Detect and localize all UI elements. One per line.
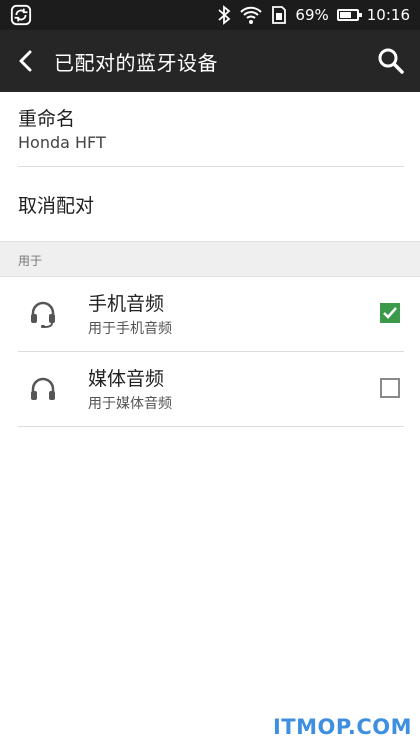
wifi-icon [240, 6, 263, 24]
headset-icon [31, 301, 55, 328]
device-name-value: Honda HFT [18, 133, 106, 152]
profile-row-phone-audio[interactable]: 手机音频 用于手机音频 [18, 277, 404, 352]
bluetooth-icon [218, 5, 231, 25]
section-header-label: 用于 [18, 254, 43, 268]
check-icon [383, 307, 397, 319]
unpair-row[interactable]: 取消配对 [18, 167, 404, 241]
back-arrow-icon[interactable] [12, 46, 42, 76]
battery-icon [336, 9, 362, 21]
profile-subtitle: 用于媒体音频 [88, 396, 172, 412]
headphones-icon [31, 377, 55, 400]
rename-row[interactable]: 重命名 Honda HFT [18, 92, 404, 167]
media-audio-checkbox[interactable] [380, 378, 400, 398]
profile-title: 媒体音频 [88, 368, 165, 390]
profile-subtitle: 用于手机音频 [88, 321, 172, 337]
watermark: ITMOP.COM [272, 715, 412, 739]
phone-audio-checkbox[interactable] [380, 303, 400, 323]
section-header: 用于 [0, 241, 420, 277]
profile-title: 手机音频 [88, 293, 165, 315]
page-title: 已配对的蓝牙设备 [54, 51, 218, 75]
action-bar: 已配对的蓝牙设备 [0, 30, 420, 92]
rename-label: 重命名 [18, 108, 76, 130]
battery-percent: 69% [295, 6, 329, 24]
search-icon[interactable] [376, 46, 406, 76]
sync-icon [10, 4, 32, 26]
sim-icon [272, 6, 287, 24]
profile-row-media-audio[interactable]: 媒体音频 用于媒体音频 [18, 352, 404, 427]
status-bar: 69% 10:16 [0, 0, 420, 30]
clock: 10:16 [366, 6, 410, 24]
unpair-label: 取消配对 [18, 195, 95, 217]
